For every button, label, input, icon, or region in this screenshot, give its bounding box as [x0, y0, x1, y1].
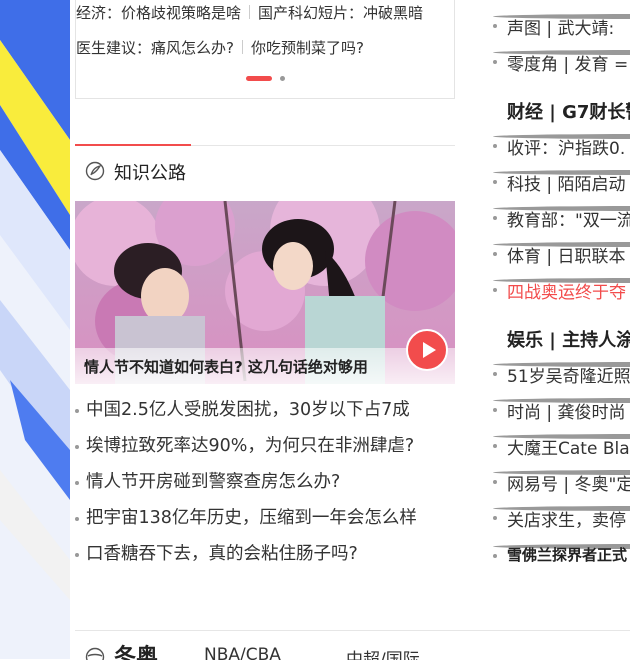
topic-row-2: 医生建议：痛风怎么办? 你吃预制菜了吗? [76, 37, 454, 57]
list-item[interactable]: 情人节开房碰到警察查房怎么办? [75, 464, 455, 500]
list-item-text[interactable]: 关店求生，卖停 [507, 506, 626, 531]
divider [249, 5, 250, 19]
hero-caption-bar: 情人节不知道如何表白? 这几句话绝对够用 [75, 348, 455, 384]
list-item-text[interactable]: 声图 | 武大靖: [507, 14, 614, 39]
list-item-text[interactable]: 时尚 | 龚俊时尚 [507, 398, 626, 423]
section-header: 知识公路 [75, 145, 455, 192]
list-item[interactable]: 时尚 | 龚俊时尚 [493, 398, 630, 403]
tab-nba-cba[interactable]: NBA/CBA [204, 645, 281, 660]
list-item[interactable]: 教育部："双一流 [493, 206, 630, 211]
list-item[interactable]: 科技 | 陌陌启动 [493, 170, 630, 175]
list-item[interactable]: 四战奥运终于夺 [493, 278, 630, 283]
list-item-text[interactable]: 体育 | 日职联本 [507, 242, 626, 267]
list-item[interactable]: 网易号 | 冬奥"定 [493, 470, 630, 475]
topic-row-1: 经济：价格歧视策略是啥国产科幻短片：冲破黑暗 [76, 2, 454, 22]
list-item-text[interactable]: 四战奥运终于夺 [507, 278, 626, 303]
list-item-text[interactable]: 51岁吴奇隆近照 [507, 362, 630, 387]
topic-link[interactable]: 经济：价格歧视策略是啥 [76, 4, 241, 22]
list-item[interactable]: 零度角 | 发育 = [493, 50, 630, 55]
section-title[interactable]: 冬奥 [114, 639, 158, 660]
list-item-text[interactable]: 零度角 | 发育 = [507, 50, 628, 75]
list-item-text[interactable]: 教育部："双一流 [507, 206, 630, 231]
list-item[interactable]: 把宇宙138亿年历史，压缩到一年会怎么样 [75, 500, 455, 536]
knowledge-road-icon [85, 161, 105, 181]
right-news-column: 声图 | 武大靖: 零度角 | 发育 = 财经 | G7财长警 收评：沪指跌0.… [493, 0, 630, 659]
news-list: 中国2.5亿人受脱发困扰，30岁以下占7成 埃博拉致死率达90%，为何只在非洲肆… [75, 392, 455, 572]
list-item[interactable]: 收评：沪指跌0. [493, 134, 630, 139]
carousel-dot-active[interactable] [246, 76, 272, 81]
list-item-text[interactable]: 网易号 | 冬奥"定 [507, 470, 630, 495]
divider [242, 40, 243, 54]
category-heading-text[interactable]: 财经 | G7财长警 [507, 98, 630, 124]
list-item[interactable]: 雪佛兰探界者正式 [493, 544, 630, 549]
list-item-text[interactable]: 雪佛兰探界者正式 [507, 544, 627, 565]
list-item[interactable]: 声图 | 武大靖: [493, 14, 630, 19]
background-decoration [0, 0, 70, 659]
hero-caption[interactable]: 情人节不知道如何表白? 这几句话绝对够用 [84, 356, 368, 377]
list-item[interactable]: 关店求生，卖停 [493, 506, 630, 511]
list-item-text[interactable]: 收评：沪指跌0. [507, 134, 625, 159]
tab-csl-international[interactable]: 中超/国际 [346, 645, 420, 660]
list-item-text[interactable]: 科技 | 陌陌启动 [507, 170, 626, 195]
section-accent-line [75, 144, 191, 146]
list-item-text[interactable]: 大魔王Cate Bla [507, 434, 630, 459]
section-accent-line [75, 630, 175, 631]
category-heading-text[interactable]: 娱乐 | 主持人涂 [507, 326, 630, 352]
list-item[interactable]: 大魔王Cate Bla [493, 434, 630, 439]
carousel-dot[interactable] [280, 76, 285, 81]
list-item[interactable]: 体育 | 日职联本 [493, 242, 630, 247]
topic-link[interactable]: 你吃预制菜了吗? [251, 39, 364, 57]
hero-video-card[interactable]: 情人节不知道如何表白? 这几句话绝对够用 [75, 201, 455, 384]
list-item[interactable]: 埃博拉致死率达90%，为何只在非洲肆虐? [75, 428, 455, 464]
topic-link[interactable]: 医生建议：痛风怎么办? [76, 39, 234, 57]
olympics-icon [85, 647, 105, 660]
section-title[interactable]: 知识公路 [114, 159, 186, 185]
list-item[interactable]: 51岁吴奇隆近照 [493, 362, 630, 367]
topic-link[interactable]: 国产科幻短片：冲破黑暗 [258, 4, 423, 22]
list-item[interactable]: 中国2.5亿人受脱发困扰，30岁以下占7成 [75, 392, 455, 428]
topic-card: 经济：价格歧视策略是啥国产科幻短片：冲破黑暗 医生建议：痛风怎么办? 你吃预制菜了… [75, 0, 455, 99]
list-item[interactable]: 口香糖吞下去，真的会粘住肠子吗? [75, 536, 455, 572]
play-icon[interactable] [406, 329, 448, 371]
